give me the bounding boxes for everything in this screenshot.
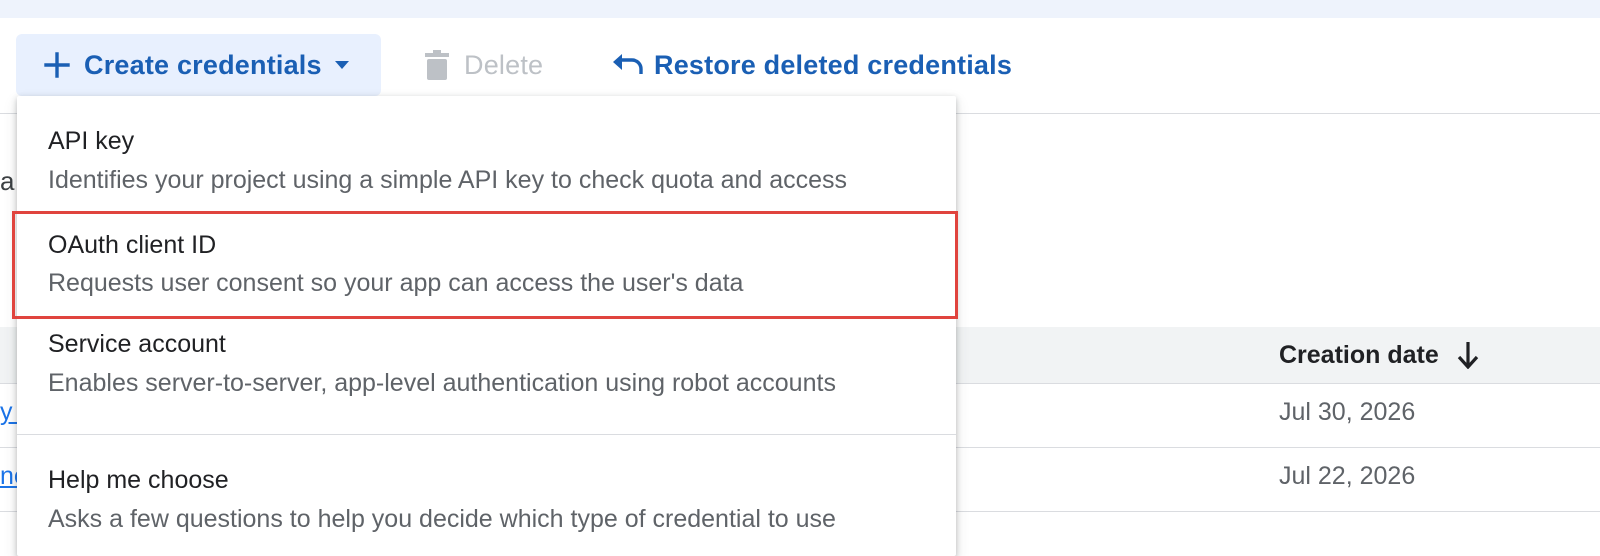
sort-descending-icon: [1457, 341, 1479, 369]
top-banner-strip: [0, 0, 1600, 18]
creation-date-column-header[interactable]: Creation date: [1279, 327, 1479, 383]
menu-item-title: Service account: [48, 330, 226, 358]
menu-item-oauth-client-id[interactable]: OAuth client ID Requests user consent so…: [17, 209, 956, 314]
create-credentials-button[interactable]: Create credentials: [16, 34, 381, 96]
partial-background-text: a: [0, 166, 15, 196]
menu-item-title: OAuth client ID: [48, 231, 217, 259]
create-credentials-menu: API key Identifies your project using a …: [17, 96, 956, 556]
table-row-creation-date: Jul 30, 2026: [1279, 398, 1416, 426]
menu-item-service-account[interactable]: Service account Enables server-to-server…: [17, 318, 956, 428]
menu-item-description: Enables server-to-server, app-level auth…: [48, 369, 836, 397]
menu-item-title: Help me choose: [48, 466, 229, 494]
restore-deleted-credentials-button[interactable]: Restore deleted credentials: [612, 34, 1012, 96]
undo-icon: [612, 54, 644, 76]
menu-item-description: Identifies your project using a simple A…: [48, 166, 848, 194]
menu-item-description: Asks a few questions to help you decide …: [48, 505, 836, 533]
plus-icon: [44, 52, 70, 78]
menu-item-help-me-choose[interactable]: Help me choose Asks a few questions to h…: [17, 435, 956, 556]
menu-item-api-key[interactable]: API key Identifies your project using a …: [17, 96, 956, 202]
menu-item-title: API key: [48, 127, 135, 155]
caret-down-icon: [334, 60, 350, 70]
menu-item-description: Requests user consent so your app can ac…: [48, 269, 744, 297]
delete-button[interactable]: Delete: [424, 34, 543, 96]
table-row-creation-date: Jul 22, 2026: [1279, 462, 1416, 490]
trash-icon: [424, 50, 450, 80]
delete-label: Delete: [464, 49, 544, 80]
creation-date-header-label: Creation date: [1279, 340, 1439, 369]
create-credentials-label: Create credentials: [84, 49, 322, 80]
restore-label: Restore deleted credentials: [654, 49, 1013, 80]
